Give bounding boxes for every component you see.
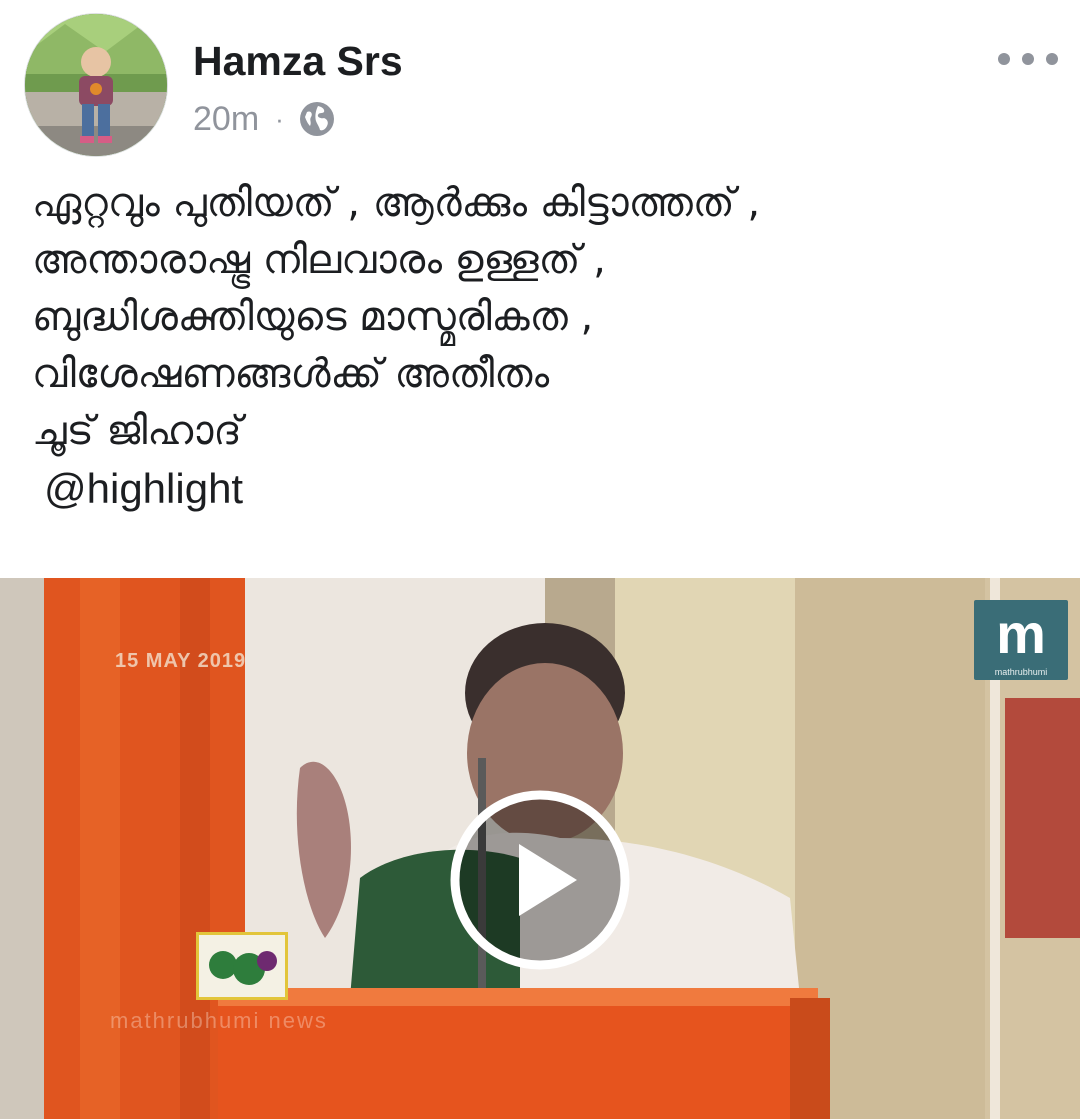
more-dot: [998, 53, 1010, 65]
globe-icon[interactable]: [298, 100, 336, 138]
highlight-tag[interactable]: @highlight: [32, 460, 1052, 517]
channel-logo-caption: mathrubhumi: [994, 667, 1048, 677]
channel-watermark: mathrubhumi news: [110, 1008, 328, 1033]
post-header: Hamza Srs 20m ·: [0, 0, 1080, 160]
post-text: ഏറ്റവും പുതിയത് , ആർക്കും കിട്ടാത്തത് , …: [32, 175, 1052, 517]
post-text-line: ബുദ്ധിശക്തിയുടെ മാസ്മരികത ,: [32, 294, 594, 340]
author-avatar[interactable]: [25, 14, 167, 156]
video-player[interactable]: 15 MAY 2019 m mathrubhumi mathrubhumi ne…: [0, 578, 1080, 1119]
more-dot: [1022, 53, 1034, 65]
post-text-line: ചൂട് ജിഹാദ്: [32, 408, 242, 454]
post-text-line: വിശേഷണങ്ങൾക്ക് അതീതം: [32, 351, 550, 397]
show-logo: [196, 932, 288, 1000]
post-text-line: ഏറ്റവും പുതിയത് , ആർക്കും കിട്ടാത്തത് ,: [32, 180, 761, 226]
channel-logo-letter: m: [996, 602, 1046, 665]
post-text-line: അന്താരാഷ്ട്ര നിലവാരം ഉള്ളത് ,: [32, 237, 606, 283]
post-meta: 20m ·: [193, 96, 336, 142]
more-options-icon[interactable]: [998, 44, 1058, 74]
more-dot: [1046, 53, 1058, 65]
channel-logo: m mathrubhumi: [974, 600, 1068, 680]
video-date-overlay: 15 MAY 2019: [115, 650, 247, 672]
author-name[interactable]: Hamza Srs: [193, 38, 403, 85]
play-icon[interactable]: [449, 789, 631, 971]
post-timestamp[interactable]: 20m: [193, 100, 259, 139]
meta-separator: ·: [275, 103, 284, 134]
